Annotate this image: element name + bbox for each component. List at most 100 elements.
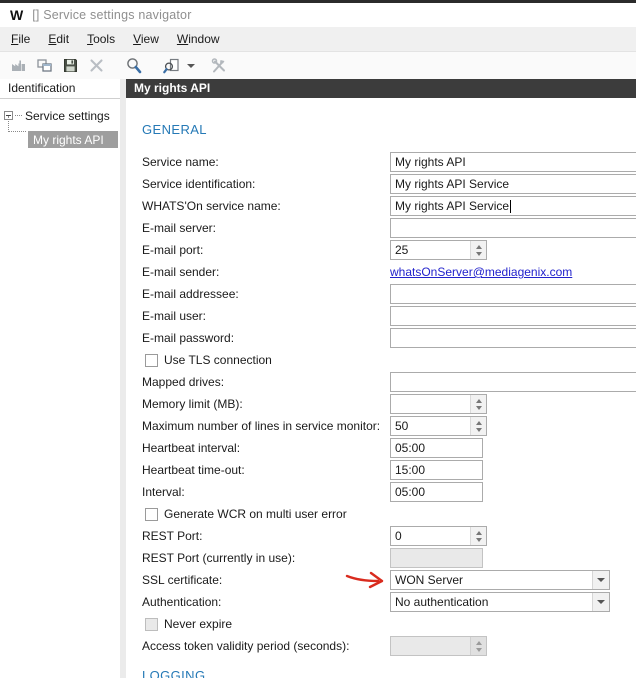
use-tls-checkbox[interactable] — [145, 353, 158, 367]
stepper-up-icon — [475, 640, 482, 645]
stepper-value: 0 — [395, 529, 402, 543]
delete-icon[interactable] — [84, 55, 108, 77]
stepper-buttons — [470, 527, 486, 545]
tools-icon[interactable] — [207, 55, 231, 77]
content-area: Identification Service settings My right… — [0, 79, 636, 678]
stepper-up-icon[interactable] — [475, 398, 482, 403]
field-row-email-server: E-mail server: — [142, 218, 636, 238]
checkbox-label: Never expire — [164, 617, 233, 631]
menu-bar: File Edit Tools View Window — [0, 27, 636, 52]
save-icon[interactable] — [58, 55, 82, 77]
memory-limit-stepper[interactable] — [390, 394, 487, 414]
generate-wcr-checkbox[interactable] — [145, 507, 158, 521]
field-label: Authentication: — [142, 595, 222, 609]
input-text: 05:00 — [395, 441, 426, 455]
input-text: 05:00 — [395, 485, 426, 499]
tree-branch-connector — [8, 116, 26, 132]
dropdown-button[interactable] — [592, 571, 609, 589]
field-row-email-addressee: E-mail addressee: — [142, 284, 636, 304]
input-text: My rights API Service — [395, 199, 510, 213]
heartbeat-interval-input[interactable]: 05:00 — [390, 438, 483, 458]
stepper-down-icon[interactable] — [475, 537, 482, 542]
app-logo: W — [10, 7, 24, 23]
menu-view[interactable]: View — [124, 27, 168, 51]
stepper-buttons — [470, 417, 486, 435]
field-label: Maximum number of lines in service monit… — [142, 419, 381, 433]
ssl-certificate-dropdown[interactable]: WON Server — [390, 570, 610, 590]
field-label: Service name: — [142, 155, 219, 169]
rest-port-in-use-readonly — [390, 548, 483, 568]
stepper-buttons — [470, 637, 486, 655]
field-label: Service identification: — [142, 177, 256, 191]
field-label: E-mail user: — [142, 309, 207, 323]
field-row-rest-port: REST Port: 0 — [142, 526, 636, 546]
stepper-up-icon[interactable] — [475, 420, 482, 425]
access-token-validity-stepper — [390, 636, 487, 656]
service-identification-input[interactable] — [390, 174, 636, 194]
field-label: Heartbeat time-out: — [142, 463, 245, 477]
text-cursor — [510, 199, 512, 213]
field-row-generate-wcr: Generate WCR on multi user error — [142, 504, 636, 524]
email-addressee-input[interactable] — [390, 284, 636, 304]
search-document-icon[interactable] — [160, 55, 184, 77]
field-row-authentication: Authentication: No authentication — [142, 592, 636, 612]
tree-item-my-rights-api-selected[interactable]: My rights API — [28, 131, 118, 148]
field-row-memory-limit: Memory limit (MB): — [142, 394, 636, 414]
settings-form: GENERAL Service name: Service identifica… — [126, 98, 636, 678]
field-row-ssl-certificate: SSL certificate: WON Server — [142, 570, 636, 590]
rest-port-stepper[interactable]: 0 — [390, 526, 487, 546]
settings-tree: Service settings My rights API — [0, 99, 120, 148]
search-options-chevron-icon[interactable] — [187, 63, 195, 68]
search-icon[interactable] — [122, 55, 146, 77]
input-text: 15:00 — [395, 463, 426, 477]
field-row-service-name: Service name: — [142, 152, 636, 172]
stepper-down-icon — [475, 647, 482, 652]
cascade-windows-icon[interactable] — [32, 55, 56, 77]
menu-window[interactable]: Window — [168, 27, 229, 51]
checkbox-label: Generate WCR on multi user error — [164, 507, 347, 521]
panel-title: My rights API — [126, 79, 636, 98]
authentication-dropdown[interactable]: No authentication — [390, 592, 610, 612]
field-row-mapped-drives: Mapped drives: — [142, 372, 636, 392]
mapped-drives-input[interactable] — [390, 372, 636, 392]
stepper-down-icon[interactable] — [475, 427, 482, 432]
email-password-input[interactable] — [390, 328, 636, 348]
field-row-never-expire: Never expire — [142, 614, 636, 634]
field-label: Interval: — [142, 485, 185, 499]
interval-input[interactable]: 05:00 — [390, 482, 483, 502]
never-expire-checkbox[interactable] — [145, 617, 158, 631]
title-bar: W [] Service settings navigator — [0, 3, 636, 27]
field-row-interval: Interval: 05:00 — [142, 482, 636, 502]
field-label: Mapped drives: — [142, 375, 225, 389]
email-server-input[interactable] — [390, 218, 636, 238]
field-row-rest-port-in-use: REST Port (currently in use): — [142, 548, 636, 568]
max-lines-stepper[interactable]: 50 — [390, 416, 487, 436]
section-logging: LOGGING — [142, 668, 206, 678]
menu-tools[interactable]: Tools — [78, 27, 124, 51]
field-label: REST Port (currently in use): — [142, 551, 296, 565]
field-row-service-identification: Service identification: — [142, 174, 636, 194]
heartbeat-timeout-input[interactable]: 15:00 — [390, 460, 483, 480]
stepper-value — [391, 395, 470, 413]
stepper-down-icon[interactable] — [475, 405, 482, 410]
field-label: E-mail password: — [142, 331, 235, 345]
email-sender-link[interactable]: whatsOnServer@mediagenix.com — [390, 265, 572, 279]
tree-item-label: Service settings — [25, 108, 110, 123]
email-user-input[interactable] — [390, 306, 636, 326]
stepper-up-icon[interactable] — [475, 530, 482, 535]
field-row-email-port: E-mail port: 25 — [142, 240, 636, 260]
toolbar — [0, 52, 636, 79]
email-port-stepper[interactable]: 25 — [390, 240, 487, 260]
menu-edit[interactable]: Edit — [39, 27, 78, 51]
service-name-input[interactable] — [390, 152, 636, 172]
field-label: WHATS'On service name: — [142, 199, 281, 213]
service-settings-navigator-window: W [] Service settings navigator File Edi… — [0, 0, 636, 678]
field-row-email-password: E-mail password: — [142, 328, 636, 348]
field-row-max-lines: Maximum number of lines in service monit… — [142, 416, 636, 436]
whatson-service-name-input[interactable]: My rights API Service — [390, 196, 636, 216]
factory-icon[interactable] — [6, 55, 30, 77]
dropdown-button[interactable] — [592, 593, 609, 611]
stepper-down-icon[interactable] — [475, 251, 482, 256]
menu-file[interactable]: File — [2, 27, 39, 51]
stepper-up-icon[interactable] — [475, 244, 482, 249]
